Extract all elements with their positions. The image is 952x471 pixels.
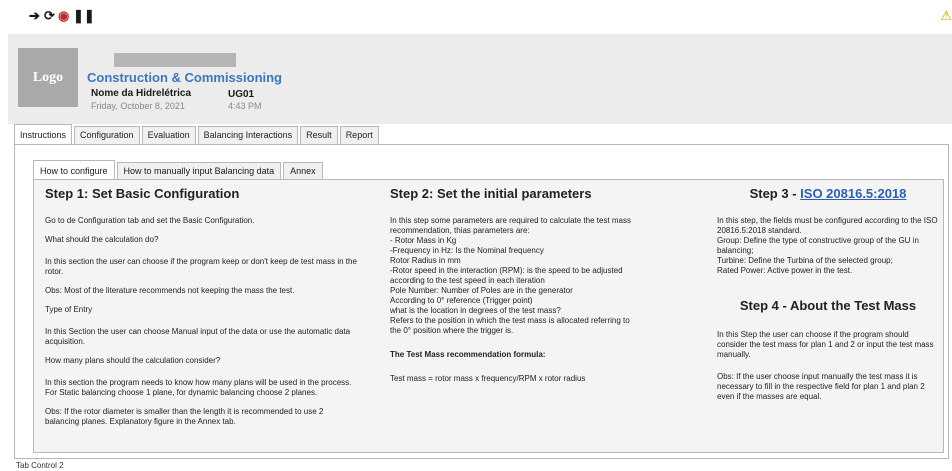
step2-line: -Frequency in Hz: Is the Nominal frequen… [390,246,544,255]
refresh-icon[interactable]: ⟳ [44,9,55,23]
how-to-configure-panel: Step 1: Set Basic Configuration Go to de… [33,179,944,453]
step1-question: How many plans should the calculation co… [45,356,221,365]
step1-text: In this section the user can choose if t… [45,257,357,276]
step2-column: Step 2: Set the initial parameters In th… [390,186,640,393]
stop-icon[interactable]: ◉ [58,9,69,23]
arrow-right-icon[interactable]: ➔ [29,9,40,23]
header-placeholder-bar [114,53,236,67]
header: Logo Construction & Commissioning Nome d… [8,34,952,124]
tab-manual-input[interactable]: How to manually input Balancing data [116,162,282,179]
tab-result[interactable]: Result [300,126,338,144]
formula-title: The Test Mass recommendation formula: [390,350,546,359]
step3-title: Step 3 - ISO 20816.5:2018 [717,186,939,202]
tab-how-to-configure[interactable]: How to configure [33,160,115,179]
step1-text: In this section the program needs to kno… [45,378,352,397]
step2-title: Step 2: Set the initial parameters [390,186,592,201]
tab-configuration[interactable]: Configuration [74,126,140,144]
instructions-panel: How to configure How to manually input B… [14,144,949,459]
formula: Test mass = rotor mass x frequency/RPM x… [390,374,586,383]
logo: Logo [18,48,78,107]
date: Friday, October 8, 2021 [91,101,185,111]
tab-evaluation[interactable]: Evaluation [141,126,196,144]
main-tabs: Instructions Configuration Evaluation Ba… [14,124,381,145]
step1-text: In this Section the user can choose Manu… [45,327,351,346]
app-title: Construction & Commissioning [87,70,282,85]
warning-icon: ⚠ [940,8,952,23]
pause-icon[interactable]: ❚❚ [73,9,95,23]
step4-text: Obs: If the user choose input manually t… [717,372,925,401]
plant-name: Nome da Hidrelétrica [91,88,192,99]
step3-column: Step 3 - ISO 20816.5:2018 In this step, … [717,186,939,411]
step4-title: Step 4 - About the Test Mass [739,298,917,313]
step3-text: Group: Define the type of constructive g… [717,236,919,255]
tab-instructions[interactable]: Instructions [14,124,73,144]
step2-line: According to 0° reference (Trigger point… [390,296,533,305]
step3-title-prefix: Step 3 - [749,186,801,201]
step2-line: Rotor Radius in mm [390,256,461,265]
step1-question: What should the calculation do? [45,235,159,244]
tab-balancing-interactions[interactable]: Balancing Interactions [197,126,299,144]
step1-text: Obs: If the rotor diameter is smaller th… [45,407,324,426]
tab-annex[interactable]: Annex [283,162,323,179]
step4-text: In this Step the user can choose if the … [717,330,934,359]
sub-tabs: How to configure How to manually input B… [33,160,325,180]
time: 4:43 PM [228,101,262,111]
step3-text: Rated Power: Active power in the test. [717,266,853,275]
unit-id: UG01 [228,89,255,100]
step2-line: In this step some parameters are require… [390,216,632,235]
step2-line: Refers to the position in which the test… [390,316,630,335]
toolbar: ➔ ⟳ ◉ ❚❚ ⚠ [0,0,952,34]
step2-line: - Rotor Mass in Kg [390,236,457,245]
step2-line: what is the location in degrees of the t… [390,306,561,315]
step2-line: Pole Number: Number of Poles are in the … [390,286,573,295]
step1-text: Obs: Most of the literature recommends n… [45,286,295,295]
step1-text: Go to de Configuration tab and set the B… [45,216,255,225]
iso-link[interactable]: ISO 20816.5:2018 [800,186,906,201]
tab-report[interactable]: Report [339,126,379,144]
step3-text: Turbine: Define the Turbina of the selec… [717,256,893,265]
step3-text: In this step, the fields must be configu… [717,216,938,235]
step2-line: -Rotor speed in the interaction (RPM): i… [390,266,623,285]
step1-column: Step 1: Set Basic Configuration Go to de… [45,186,357,436]
tab-control-label: Tab Control 2 [16,461,64,470]
step1-title: Step 1: Set Basic Configuration [45,186,240,201]
step1-question: Type of Entry [45,305,93,314]
